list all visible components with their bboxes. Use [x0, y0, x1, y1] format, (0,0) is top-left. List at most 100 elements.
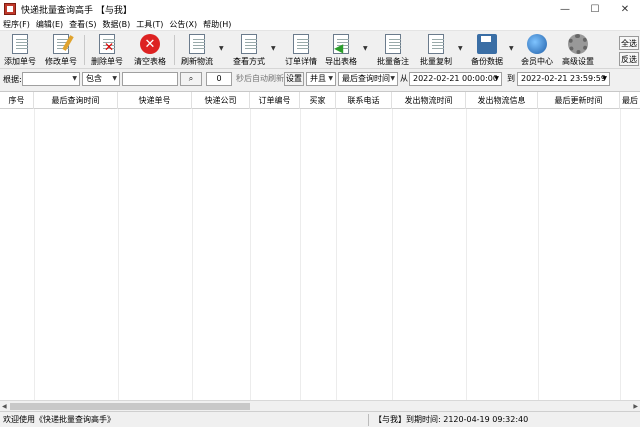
column-header[interactable]: 发出物流时间 [392, 92, 466, 109]
settings-button[interactable]: 设置 [284, 72, 304, 86]
menu-view[interactable]: 查看(S) [66, 18, 99, 31]
maximize-button[interactable]: ☐ [580, 0, 610, 18]
basis-label: 根据: [3, 74, 22, 84]
refresh-logistics-button[interactable]: 刷新物流 [180, 33, 214, 67]
app-icon [4, 3, 16, 15]
advanced-settings-label: 高级设置 [562, 57, 594, 66]
modify-number-label: 修改单号 [45, 57, 77, 66]
time-field-select-value: 最后查询时间 [342, 74, 390, 83]
batch-copy-dropdown-arrow[interactable]: ▼ [458, 45, 464, 52]
order-detail-button[interactable]: 订单详情 [283, 33, 319, 67]
column-header[interactable]: 最后 [620, 92, 640, 109]
column-header[interactable]: 最后查询时间 [34, 92, 118, 109]
status-bar: 欢迎使用《快递批量查询高手》 【与我】到期时间: 2120-04-19 09:3… [0, 411, 640, 427]
modify-number-button[interactable]: 修改单号 [44, 33, 78, 67]
match-select[interactable]: 包含 ▼ [82, 72, 120, 86]
logic-select-value: 并且 [310, 74, 326, 83]
column-header[interactable]: 最后更新时间 [538, 92, 620, 109]
view-mode-dropdown-arrow[interactable]: ▼ [271, 45, 277, 52]
column-divider [466, 109, 467, 400]
refresh-dropdown-arrow[interactable]: ▼ [219, 45, 225, 52]
export-table-button[interactable]: ◀ 导出表格 [324, 33, 358, 67]
window-title: 快递批量查询高手 【与我】 [21, 5, 132, 16]
invert-selection-button[interactable]: 反选 [619, 52, 639, 66]
delete-number-button[interactable]: ✕ 删除单号 [90, 33, 124, 67]
delete-document-icon: ✕ [99, 34, 115, 54]
column-header[interactable]: 序号 [0, 92, 34, 109]
window-controls: — ☐ ✕ [550, 0, 640, 18]
edit-document-icon [53, 34, 74, 54]
save-disk-icon [477, 34, 497, 54]
batch-note-button[interactable]: 批量备注 [375, 33, 411, 67]
menu-tools[interactable]: 工具(T) [133, 18, 166, 31]
batch-copy-button[interactable]: 批量复制 [418, 33, 454, 67]
add-number-button[interactable]: 添加单号 [3, 33, 37, 67]
column-divider [300, 109, 301, 400]
member-center-button[interactable]: 会员中心 [520, 33, 554, 67]
search-button[interactable]: ⌕ [180, 72, 202, 86]
new-document-icon [12, 34, 28, 54]
results-table[interactable]: 序号 最后查询时间 快递单号 快递公司 订单编号 买家 联系电话 发出物流时间 … [0, 91, 640, 400]
order-detail-label: 订单详情 [285, 57, 317, 66]
column-header[interactable]: 买家 [300, 92, 336, 109]
column-divider [538, 109, 539, 400]
toolbar-separator [84, 35, 85, 65]
from-date-picker[interactable]: 2022-02-21 00:00:00 ▼ [409, 72, 502, 86]
menu-edit[interactable]: 编辑(E) [33, 18, 66, 31]
clear-table-button[interactable]: ✕ 清空表格 [132, 33, 168, 67]
column-divider [336, 109, 337, 400]
status-divider [368, 414, 369, 426]
column-header[interactable]: 发出物流信息 [466, 92, 538, 109]
refresh-interval-input[interactable]: 0 [206, 72, 232, 86]
chevron-down-icon: ▼ [390, 75, 395, 82]
basis-select[interactable]: ▼ [22, 72, 80, 86]
checklist-icon [241, 34, 257, 54]
to-label: 到 [507, 74, 515, 83]
title-bar: 快递批量查询高手 【与我】 — ☐ ✕ [0, 0, 640, 18]
column-divider [192, 109, 193, 400]
column-header[interactable]: 联系电话 [336, 92, 392, 109]
match-select-value: 包含 [86, 74, 102, 83]
minimize-button[interactable]: — [550, 0, 580, 18]
table-header: 序号 最后查询时间 快递单号 快递公司 订单编号 买家 联系电话 发出物流时间 … [0, 92, 640, 109]
menu-notice[interactable]: 公告(X) [166, 18, 200, 31]
backup-dropdown-arrow[interactable]: ▼ [509, 45, 515, 52]
time-field-select[interactable]: 最后查询时间 ▼ [338, 72, 398, 86]
to-date-picker[interactable]: 2022-02-21 23:59:59 ▼ [517, 72, 610, 86]
member-center-label: 会员中心 [521, 57, 553, 66]
refresh-list-icon [189, 34, 205, 54]
column-divider [250, 109, 251, 400]
menu-bar: 程序(F) 编辑(E) 查看(S) 数据(B) 工具(T) 公告(X) 帮助(H… [0, 18, 640, 31]
close-button[interactable]: ✕ [610, 0, 640, 18]
horizontal-scrollbar[interactable]: ◀ ▶ [0, 400, 640, 411]
menu-program[interactable]: 程序(F) [0, 18, 33, 31]
batch-note-label: 批量备注 [377, 57, 409, 66]
view-mode-label: 查看方式 [233, 57, 265, 66]
column-divider [118, 109, 119, 400]
batch-copy-label: 批量复制 [420, 57, 452, 66]
scroll-note-icon [385, 34, 401, 54]
column-header[interactable]: 快递公司 [192, 92, 250, 109]
backup-data-button[interactable]: 备份数据 [470, 33, 504, 67]
column-divider [392, 109, 393, 400]
scrollbar-thumb[interactable] [10, 403, 250, 410]
keyword-input[interactable] [122, 72, 178, 86]
view-mode-button[interactable]: 查看方式 [231, 33, 267, 67]
backup-data-label: 备份数据 [471, 57, 503, 66]
column-header[interactable]: 订单编号 [250, 92, 300, 109]
menu-help[interactable]: 帮助(H) [200, 18, 234, 31]
chevron-down-icon: ▼ [72, 75, 77, 82]
gear-icon [568, 34, 588, 54]
order-detail-icon [293, 34, 309, 54]
from-label: 从 [400, 74, 408, 83]
select-all-button[interactable]: 全选 [619, 36, 639, 50]
export-table-label: 导出表格 [325, 57, 357, 66]
menu-data[interactable]: 数据(B) [99, 18, 133, 31]
toolbar: 添加单号 修改单号 ✕ 删除单号 ✕ 清空表格 刷新物流 ▼ 查看方式 ▼ 订单… [0, 31, 640, 69]
add-number-label: 添加单号 [4, 57, 36, 66]
advanced-settings-button[interactable]: 高级设置 [560, 33, 596, 67]
export-dropdown-arrow[interactable]: ▼ [363, 45, 369, 52]
logic-select[interactable]: 并且 ▼ [306, 72, 336, 86]
chevron-down-icon: ▼ [328, 75, 333, 82]
column-header[interactable]: 快递单号 [118, 92, 192, 109]
